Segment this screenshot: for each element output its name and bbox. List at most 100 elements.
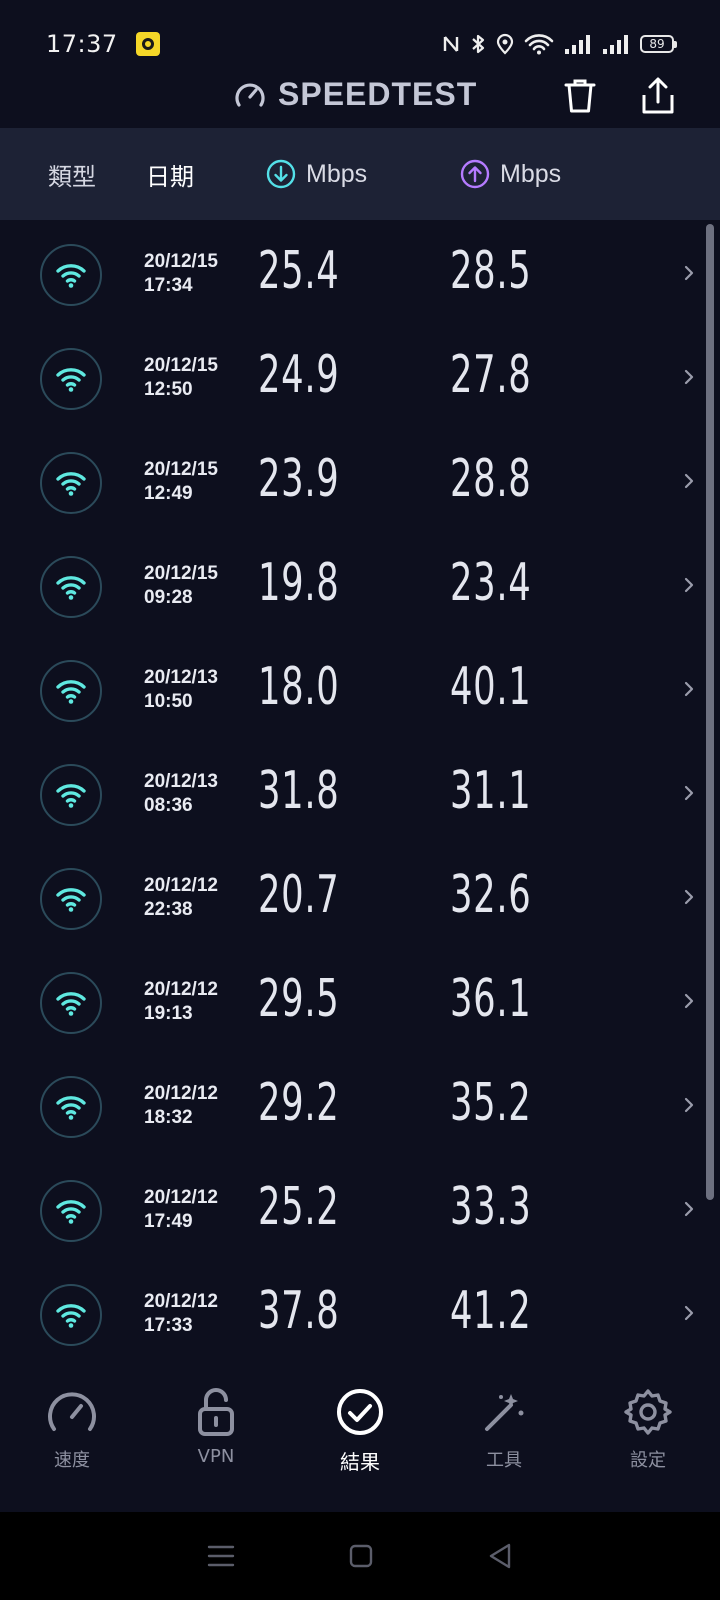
chevron-right-icon[interactable] (674, 1090, 704, 1120)
wifi-icon (56, 1096, 86, 1120)
wifi-icon (56, 1200, 86, 1224)
share-button[interactable] (636, 74, 680, 118)
nav-label: 工具 (486, 1450, 522, 1471)
result-upload-speed: 27.8 (450, 345, 532, 405)
result-download-speed: 37.8 (258, 1281, 340, 1341)
back-icon[interactable] (487, 1542, 513, 1570)
result-download-speed: 24.9 (258, 345, 340, 405)
result-datetime: 20/12/15 17:34 (144, 250, 218, 298)
wifi-connection-badge (40, 764, 102, 826)
result-download-speed: 25.4 (258, 241, 340, 301)
result-row[interactable]: 20/12/12 17:33 37.8 41.2 (0, 1262, 700, 1366)
result-download-speed: 18.0 (258, 657, 340, 717)
column-download[interactable]: Mbps (266, 128, 367, 220)
app-header: SPEEDTEST (0, 66, 720, 128)
results-list[interactable]: 20/12/15 17:34 25.4 28.5 20/12/15 12:50 (0, 222, 720, 1370)
wifi-connection-badge (40, 452, 102, 514)
nfc-icon (443, 36, 459, 52)
nav-label: 速度 (54, 1450, 90, 1471)
result-row[interactable]: 20/12/13 08:36 31.8 31.1 (0, 742, 700, 846)
chevron-right-icon[interactable] (674, 778, 704, 808)
column-date[interactable]: 日期 (146, 128, 194, 220)
result-upload-speed: 41.2 (450, 1281, 532, 1341)
scrollbar[interactable] (706, 224, 714, 1200)
gear-icon (623, 1386, 673, 1438)
column-type[interactable]: 類型 (48, 128, 96, 220)
column-upload[interactable]: Mbps (460, 128, 561, 220)
wifi-icon (56, 472, 86, 496)
result-time: 22:38 (144, 899, 193, 920)
result-date: 20/12/15 (144, 355, 218, 376)
battery-icon: 89 (640, 35, 677, 53)
result-upload-speed: 36.1 (450, 969, 532, 1029)
chevron-right-icon[interactable] (674, 1298, 704, 1328)
nav-item-tools[interactable]: 工具 (432, 1370, 576, 1512)
nav-item-settings[interactable]: 設定 (576, 1370, 720, 1512)
result-time: 12:49 (144, 483, 193, 504)
wifi-icon (524, 34, 554, 55)
result-row[interactable]: 20/12/12 17:49 25.2 33.3 (0, 1158, 700, 1262)
system-nav-bar (0, 1512, 720, 1600)
results-column-header: 類型 日期 Mbps Mbps (0, 128, 720, 220)
result-upload-speed: 23.4 (450, 553, 532, 613)
nav-item-vpn[interactable]: VPN (144, 1370, 288, 1512)
chevron-right-icon[interactable] (674, 466, 704, 496)
result-row[interactable]: 20/12/13 10:50 18.0 40.1 (0, 638, 700, 742)
nav-item-results[interactable]: 結果 (288, 1370, 432, 1512)
wifi-connection-badge (40, 348, 102, 410)
nav-item-speed[interactable]: 速度 (0, 1370, 144, 1512)
chevron-right-icon[interactable] (674, 570, 704, 600)
result-row[interactable]: 20/12/12 18:32 29.2 35.2 (0, 1054, 700, 1158)
result-upload-speed: 28.5 (450, 241, 532, 301)
wifi-icon (56, 576, 86, 600)
result-download-speed: 31.8 (258, 761, 340, 821)
magic-wand-icon (481, 1386, 527, 1438)
result-date: 20/12/13 (144, 667, 218, 688)
nav-label: 設定 (630, 1450, 666, 1471)
chevron-right-icon[interactable] (674, 986, 704, 1016)
result-row[interactable]: 20/12/12 19:13 29.5 36.1 (0, 950, 700, 1054)
result-datetime: 20/12/12 17:49 (144, 1186, 218, 1234)
result-date: 20/12/15 (144, 563, 218, 584)
result-download-speed: 29.2 (258, 1073, 340, 1133)
result-row[interactable]: 20/12/15 12:49 23.9 28.8 (0, 430, 700, 534)
result-row[interactable]: 20/12/15 17:34 25.4 28.5 (0, 222, 700, 326)
result-row[interactable]: 20/12/15 12:50 24.9 27.8 (0, 326, 700, 430)
result-time: 19:13 (144, 1003, 193, 1024)
home-icon[interactable] (348, 1543, 374, 1569)
notification-app-icon (135, 32, 160, 56)
wifi-icon (56, 784, 86, 808)
result-date: 20/12/12 (144, 1083, 218, 1104)
result-datetime: 20/12/13 10:50 (144, 666, 218, 714)
result-date: 20/12/15 (144, 459, 218, 480)
result-row[interactable]: 20/12/15 09:28 19.8 23.4 (0, 534, 700, 638)
result-datetime: 20/12/12 18:32 (144, 1082, 218, 1130)
result-datetime: 20/12/13 08:36 (144, 770, 218, 818)
menu-icon[interactable] (207, 1544, 235, 1568)
wifi-connection-badge (40, 1180, 102, 1242)
bluetooth-icon (472, 34, 485, 54)
wifi-connection-badge (40, 868, 102, 930)
result-date: 20/12/12 (144, 875, 218, 896)
chevron-right-icon[interactable] (674, 882, 704, 912)
chevron-right-icon[interactable] (674, 258, 704, 288)
chevron-right-icon[interactable] (674, 674, 704, 704)
nav-label: 結果 (340, 1450, 380, 1474)
brand-logo: SPEEDTEST (234, 76, 477, 113)
chevron-right-icon[interactable] (674, 1194, 704, 1224)
chevron-right-icon[interactable] (674, 362, 704, 392)
result-date: 20/12/12 (144, 1187, 218, 1208)
result-upload-speed: 32.6 (450, 865, 532, 925)
delete-button[interactable] (558, 74, 602, 118)
result-datetime: 20/12/15 12:49 (144, 458, 218, 506)
trash-icon (564, 79, 596, 113)
result-upload-speed: 31.1 (450, 761, 532, 821)
result-datetime: 20/12/15 09:28 (144, 562, 218, 610)
upload-arrow-icon (460, 159, 490, 189)
result-row[interactable]: 20/12/12 22:38 20.7 32.6 (0, 846, 700, 950)
lock-open-icon (196, 1386, 236, 1438)
wifi-icon (56, 1304, 86, 1328)
result-time: 10:50 (144, 691, 193, 712)
wifi-connection-badge (40, 244, 102, 306)
result-datetime: 20/12/15 12:50 (144, 354, 218, 402)
